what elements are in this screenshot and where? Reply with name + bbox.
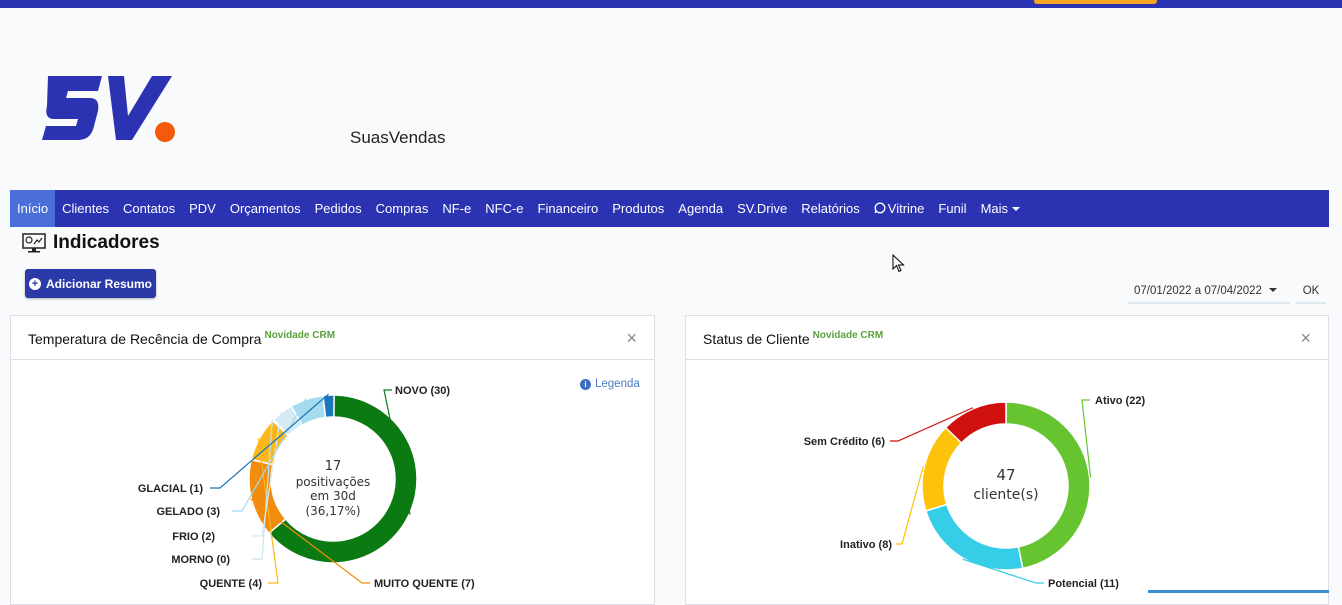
slice-label: Inativo (8): [840, 539, 892, 551]
slice-label: Sem Crédito (6): [804, 436, 886, 448]
slice-label: Potencial (11): [1048, 578, 1119, 590]
slice-label: Ativo (22): [1095, 395, 1145, 407]
status-donut-chart: Ativo (22) Potencial (11) Inativo (8) Sem C…: [804, 395, 1146, 590]
leader-line: [896, 466, 924, 545]
slice-inativo-8[interactable]: [921, 426, 963, 512]
slice-ativo-22[interactable]: [1005, 401, 1091, 570]
donut-center-text: cliente(s): [973, 487, 1038, 503]
slice-potencial-11[interactable]: [924, 503, 1024, 571]
slice-sem-cr-dito-6[interactable]: [944, 401, 1007, 444]
mouse-cursor-icon: [892, 254, 905, 273]
donut-center-text: 47: [996, 466, 1015, 484]
